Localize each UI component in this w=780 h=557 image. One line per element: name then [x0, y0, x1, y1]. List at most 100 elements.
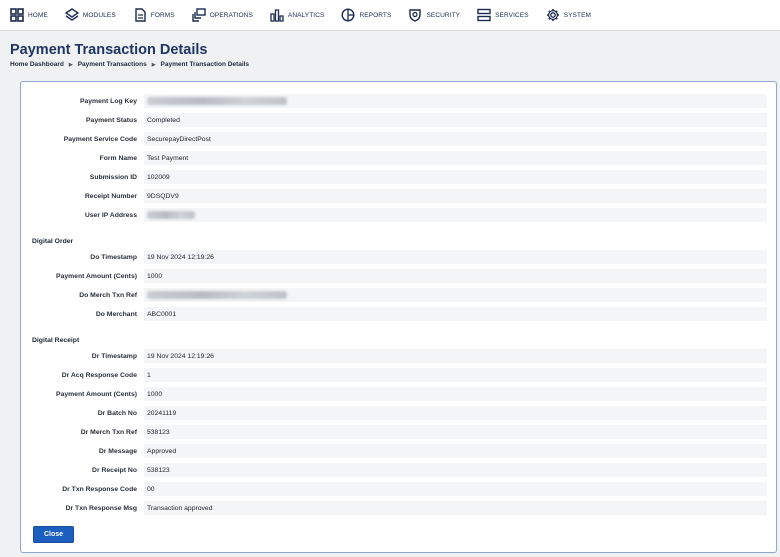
field-label: User IP Address [84, 211, 137, 219]
field-label: Dr Txn Response Code [62, 485, 137, 493]
field-label: Submission ID [89, 173, 137, 181]
field-label: Do Merchant [95, 310, 137, 318]
nav-security[interactable]: SECURITY [408, 8, 460, 22]
field-value: 538123 [144, 463, 767, 477]
payment-log-key-value [144, 94, 767, 108]
field-label: Receipt Number [84, 192, 137, 200]
nav-reports-label: REPORTS [359, 11, 392, 19]
nav-forms[interactable]: FORMS [133, 8, 175, 22]
modules-icon [64, 8, 79, 21]
nav-analytics[interactable]: ANALYTICS [270, 8, 325, 22]
field-label: Do Merch Txn Ref [79, 291, 137, 299]
detail-row: Submission ID 102009 [29, 170, 767, 184]
user-ip-address-value [144, 208, 767, 222]
nav-home[interactable]: HOME [10, 8, 48, 22]
nav-modules-label: MODULES [82, 11, 116, 19]
home-grid-icon [10, 8, 24, 22]
redacted-value [147, 291, 287, 299]
breadcrumb-home-dashboard[interactable]: Home Dashboard [10, 61, 64, 68]
nav-operations[interactable]: OPERATIONS [192, 8, 253, 22]
field-label: Form Name [99, 154, 137, 162]
nav-system[interactable]: SYSTEM [546, 8, 591, 22]
field-value: 9DSQDV9 [144, 189, 767, 203]
detail-row: Dr Txn Response Code 00 [29, 482, 767, 496]
field-value: 00 [144, 482, 767, 496]
field-label: Payment Service Code [63, 135, 137, 143]
operations-icon [192, 8, 206, 22]
field-label: Dr Timestamp [91, 352, 137, 360]
section-heading-digital-receipt: Digital Receipt [32, 337, 80, 344]
nav-home-label: HOME [28, 11, 48, 19]
analytics-icon [270, 9, 284, 22]
detail-row: Receipt Number 9DSQDV9 [29, 189, 767, 203]
breadcrumb-current: Payment Transaction Details [160, 61, 250, 68]
detail-row: Do Merchant ABC0001 [29, 307, 767, 321]
field-value: 19 Nov 2024 12:19:26 [144, 250, 767, 264]
system-gear-icon [546, 9, 559, 21]
field-value: Transaction approved [144, 501, 767, 515]
breadcrumb: Home Dashboard ▶ Payment Transactions ▶ … [10, 61, 249, 68]
breadcrumb-separator-icon: ▶ [151, 61, 156, 68]
detail-row: Do Merch Txn Ref [29, 288, 767, 302]
field-label: Dr Batch No [97, 409, 137, 417]
detail-row: Dr Receipt No 538123 [29, 463, 767, 477]
field-label: Payment Amount (Cents) [56, 390, 137, 398]
field-value: 102009 [144, 170, 767, 184]
nav-services[interactable]: SERVICES [477, 8, 529, 22]
detail-row: Dr Timestamp 19 Nov 2024 12:19:26 [29, 349, 767, 363]
field-value: 1 [144, 368, 767, 382]
detail-row: Payment Amount (Cents) 1000 [29, 269, 767, 283]
field-value: SecurepayDirectPost [144, 132, 767, 146]
nav-analytics-label: ANALYTICS [287, 11, 325, 19]
field-value: Approved [144, 444, 767, 458]
security-icon [409, 9, 422, 22]
field-value: 1000 [144, 269, 767, 283]
detail-row: Dr Acq Response Code 1 [29, 368, 767, 382]
section-heading-digital-order: Digital Order [32, 238, 74, 245]
breadcrumb-payment-transactions[interactable]: Payment Transactions [78, 61, 147, 68]
details-panel: Payment Log Key Payment Status Completed… [20, 81, 777, 553]
breadcrumb-separator-icon: ▶ [68, 61, 73, 68]
detail-row: User IP Address [29, 208, 767, 222]
nav-reports[interactable]: REPORTS [341, 8, 391, 22]
close-button[interactable]: Close [33, 526, 74, 543]
services-icon [477, 8, 491, 22]
detail-row: Payment Status Completed [29, 113, 767, 127]
detail-row: Payment Log Key [29, 94, 767, 108]
field-label: Dr Merch Txn Ref [80, 428, 137, 436]
field-label: Payment Status [86, 116, 137, 124]
nav-modules[interactable]: MODULES [64, 8, 116, 22]
field-label: Do Timestamp [90, 253, 137, 261]
field-value: Test Payment [144, 151, 767, 165]
field-value: 538123 [144, 425, 767, 439]
field-label: Payment Log Key [79, 97, 137, 105]
nav-forms-label: FORMS [150, 11, 175, 19]
detail-row: Form Name Test Payment [29, 151, 767, 165]
detail-row: Do Timestamp 19 Nov 2024 12:19:26 [29, 250, 767, 264]
field-label: Payment Amount (Cents) [56, 272, 137, 280]
detail-row: Dr Batch No 20241119 [29, 406, 767, 420]
field-value: 19 Nov 2024 12:19:26 [144, 349, 767, 363]
page-title: Payment Transaction Details [10, 42, 208, 58]
field-label: Dr Acq Response Code [61, 371, 137, 379]
detail-row: Payment Amount (Cents) 1000 [29, 387, 767, 401]
detail-row: Dr Merch Txn Ref 538123 [29, 425, 767, 439]
field-label: Dr Message [98, 447, 137, 455]
field-label: Dr Receipt No [92, 466, 137, 474]
nav-system-label: SYSTEM [563, 11, 592, 19]
top-nav: HOME MODULES FORMS OPERATIONS ANALYTICS … [0, 0, 780, 31]
nav-operations-label: OPERATIONS [209, 11, 253, 19]
redacted-value [147, 211, 195, 219]
nav-services-label: SERVICES [495, 11, 529, 19]
do-merch-txn-ref-value [144, 288, 767, 302]
field-value: Completed [144, 113, 767, 127]
detail-row: Payment Service Code SecurepayDirectPost [29, 132, 767, 146]
reports-icon [341, 8, 355, 22]
field-label: Dr Txn Response Msg [65, 504, 137, 512]
field-value: 1000 [144, 387, 767, 401]
field-value: ABC0001 [144, 307, 767, 321]
nav-security-label: SECURITY [426, 11, 461, 19]
detail-row: Dr Txn Response Msg Transaction approved [29, 501, 767, 515]
field-value: 20241119 [144, 406, 767, 420]
redacted-value [147, 97, 287, 105]
